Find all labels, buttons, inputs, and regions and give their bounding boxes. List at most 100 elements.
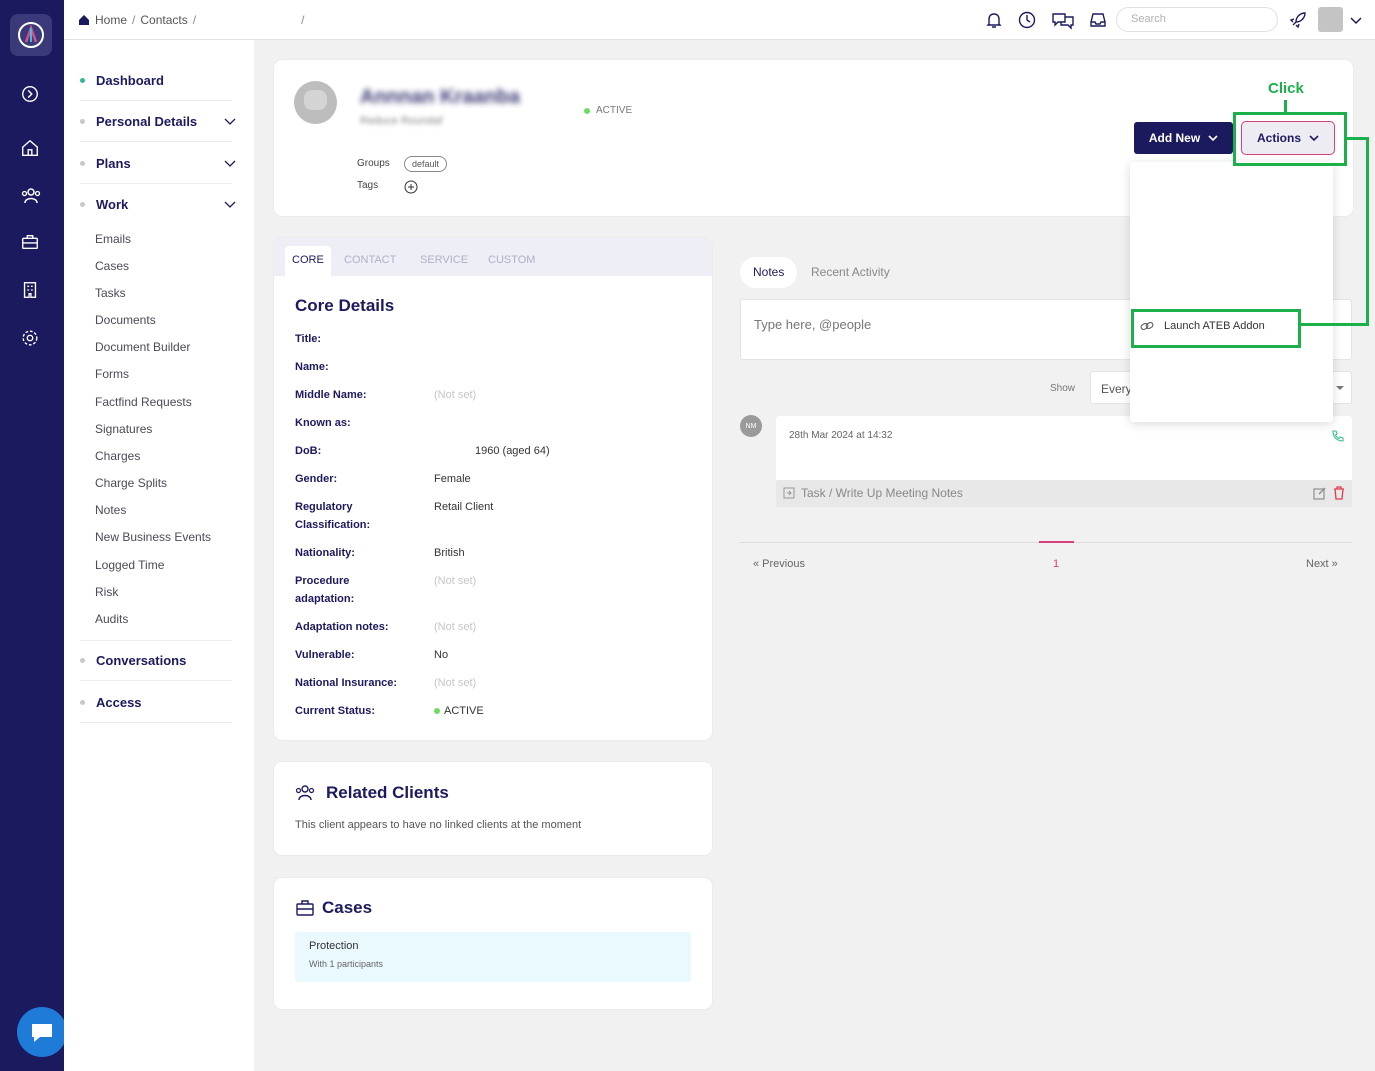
field-label-procedure-adaptation: Procedure adaptation:: [295, 575, 355, 605]
sidebar-item-plans[interactable]: Plans: [80, 143, 236, 184]
field-value-adaptation-notes: (Not set): [434, 621, 477, 633]
chat-launcher-icon[interactable]: [17, 1007, 67, 1057]
status-dot: [584, 107, 590, 114]
field-label-title: Title:: [295, 333, 322, 345]
delete-icon[interactable]: [1332, 485, 1346, 500]
note-timestamp: 28th Mar 2024 at 14:32: [789, 430, 893, 441]
sidebar-subitem-charge-splits[interactable]: Charge Splits: [95, 476, 167, 490]
people-icon: [295, 785, 315, 801]
related-clients-empty-text: This client appears to have no linked cl…: [295, 819, 582, 831]
core-details-card: CORE CONTACT SERVICE CUSTOM Core Details…: [274, 238, 712, 740]
field-label-gender: Gender:: [295, 473, 338, 485]
field-value-gender: Female: [434, 473, 471, 485]
sidebar-item-personal-details[interactable]: Personal Details: [80, 101, 236, 142]
annotation-highlight-launch: [1131, 309, 1301, 348]
field-value-regulatory-classification: Retail Client: [434, 501, 494, 513]
app-logo[interactable]: [10, 14, 52, 56]
field-label-middle-name: Middle Name:: [295, 389, 367, 401]
messages-icon[interactable]: [1051, 10, 1075, 30]
bullet-dot: [80, 160, 85, 166]
sidebar-subitem-emails[interactable]: Emails: [95, 232, 131, 246]
breadcrumb-separator: /: [192, 13, 197, 27]
edit-icon[interactable]: [1313, 486, 1327, 500]
field-label-name: Name:: [295, 361, 329, 373]
field-label-national-insurance: National Insurance:: [295, 677, 398, 689]
show-label: Show: [1050, 383, 1076, 394]
building-icon[interactable]: [20, 280, 42, 302]
case-item[interactable]: Protection With 1 participants: [295, 932, 691, 982]
annotation-connector: [1366, 137, 1369, 326]
home-crumb-icon: [79, 15, 89, 25]
note-footer[interactable]: Task / Write Up Meeting Notes: [776, 480, 1352, 507]
caret-down-icon[interactable]: [1335, 384, 1345, 392]
home-icon[interactable]: [20, 138, 42, 160]
sidebar-subitem-logged-time[interactable]: Logged Time: [95, 558, 164, 572]
pager-active-indicator: [1039, 541, 1074, 543]
sidebar-subitem-tasks[interactable]: Tasks: [95, 286, 126, 300]
tab-service[interactable]: SERVICE: [413, 246, 475, 276]
chevron-down-icon: [1208, 135, 1218, 142]
tab-recent-activity[interactable]: Recent Activity: [798, 257, 903, 288]
add-tag-icon[interactable]: [404, 180, 418, 194]
bullet-dot: [80, 202, 85, 207]
sidebar-item-dashboard[interactable]: Dashboard: [80, 60, 232, 101]
sidebar-item-label: Conversations: [96, 653, 187, 668]
tab-notes[interactable]: Notes: [740, 257, 798, 288]
groups-label: Groups: [357, 158, 390, 169]
sidebar-subitem-documents[interactable]: Documents: [95, 313, 156, 327]
group-pill[interactable]: default: [404, 156, 448, 172]
breadcrumb-contacts[interactable]: Contacts: [140, 13, 187, 27]
settings-icon[interactable]: [20, 328, 42, 350]
field-value-vulnerable: No: [434, 649, 449, 661]
expand-icon[interactable]: [20, 84, 42, 106]
sidebar-item-access[interactable]: Access: [80, 682, 232, 723]
add-new-label: Add New: [1148, 131, 1201, 145]
tab-custom[interactable]: CUSTOM: [481, 246, 542, 276]
clock-icon[interactable]: [1017, 10, 1037, 30]
search-input[interactable]: Search: [1116, 7, 1278, 32]
sidebar-subitem-audits[interactable]: Audits: [95, 612, 128, 626]
note-card: 28th Mar 2024 at 14:32 Task / Write Up M…: [776, 416, 1352, 507]
tab-core[interactable]: CORE: [285, 246, 331, 276]
rocket-icon[interactable]: [1288, 10, 1308, 30]
chevron-down-icon: [224, 201, 236, 208]
status-badge: ACTIVE: [584, 105, 632, 116]
sidebar-item-label: Dashboard: [96, 72, 164, 88]
pager-previous[interactable]: « Previous: [753, 558, 805, 570]
breadcrumb-home[interactable]: Home: [95, 13, 127, 27]
pager-page-1[interactable]: 1: [1053, 558, 1059, 570]
briefcase-icon[interactable]: [20, 232, 42, 254]
author-avatar: NM: [740, 415, 762, 437]
sidebar-subitem-cases[interactable]: Cases: [95, 259, 129, 273]
sidebar-item-label: Plans: [96, 155, 131, 171]
field-value-middle-name: (Not set): [434, 389, 477, 401]
bullet-dot: [80, 699, 85, 705]
tab-contact[interactable]: CONTACT: [337, 246, 403, 276]
pager-next[interactable]: Next »: [1306, 558, 1338, 570]
user-avatar[interactable]: [1318, 7, 1343, 32]
chevron-down-icon[interactable]: [1349, 10, 1363, 30]
phone-icon[interactable]: [1331, 429, 1345, 443]
sidebar-subitem-forms[interactable]: Forms: [95, 367, 129, 381]
sidebar-subitem-signatures[interactable]: Signatures: [95, 422, 152, 436]
inbox-icon[interactable]: [1088, 10, 1108, 30]
sidebar-subitem-risk[interactable]: Risk: [95, 585, 118, 599]
sidebar-subitem-charges[interactable]: Charges: [95, 449, 140, 463]
briefcase-icon: [296, 900, 314, 916]
sidebar-item-work[interactable]: Work: [80, 184, 236, 225]
bell-icon[interactable]: [984, 10, 1004, 30]
sidebar-item-conversations[interactable]: Conversations: [80, 640, 232, 681]
field-label-adaptation-notes: Adaptation notes:: [295, 621, 389, 633]
case-participants: With 1 participants: [309, 959, 384, 969]
add-new-button[interactable]: Add New: [1134, 122, 1233, 154]
breadcrumb: Home / Contacts / /: [78, 13, 304, 27]
sidebar: Dashboard Personal Details Plans Work Em…: [64, 40, 254, 1071]
sidebar-subitem-factfind-requests[interactable]: Factfind Requests: [95, 395, 192, 409]
sidebar-subitem-notes[interactable]: Notes: [95, 503, 126, 517]
clients-icon[interactable]: [20, 185, 42, 207]
active-dot: [80, 77, 85, 83]
annotation-highlight-actions: [1233, 112, 1347, 166]
actions-dropdown-menu: Launch ATEB Addon: [1130, 162, 1333, 422]
sidebar-subitem-new-business-events[interactable]: New Business Events: [95, 530, 211, 544]
sidebar-subitem-document-builder[interactable]: Document Builder: [95, 340, 190, 354]
